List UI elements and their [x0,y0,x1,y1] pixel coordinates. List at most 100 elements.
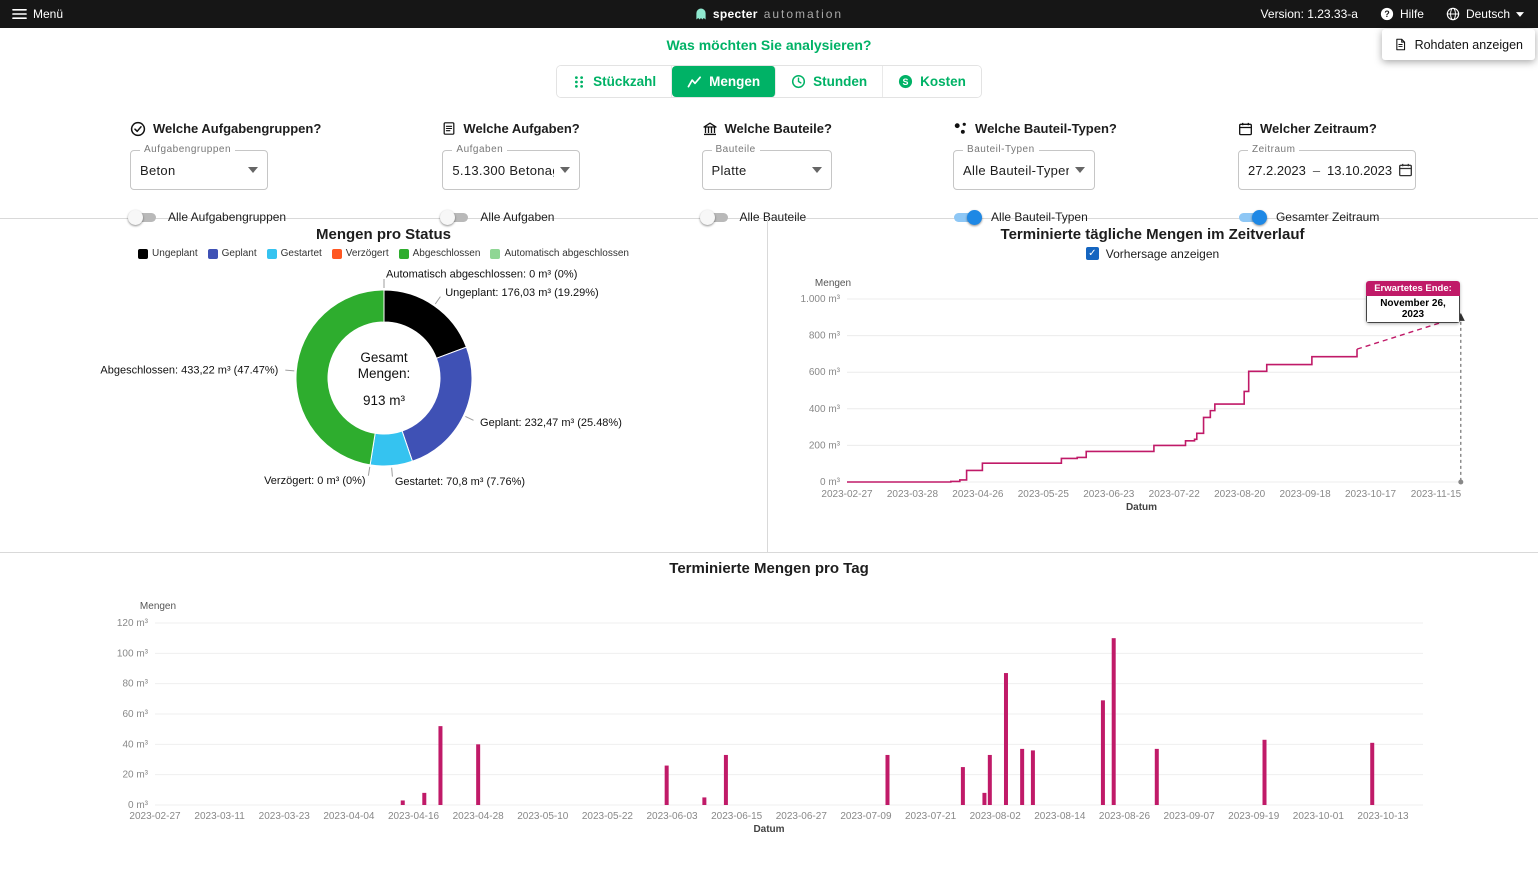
svg-text:2023-08-20: 2023-08-20 [1214,489,1266,500]
daily-bar[interactable] [1101,700,1105,805]
daily-bar[interactable] [988,755,992,805]
help-button[interactable]: ? Hilfe [1380,7,1424,21]
select-bauteil-typen[interactable]: Bauteil-TypenAlle Bauteil-Typen [953,150,1095,190]
daily-bar[interactable] [665,766,669,805]
filter-heading-label: Welcher Zeitraum? [1260,121,1377,136]
toggle-alle-aufgabengruppen[interactable] [130,211,157,224]
donut-slice[interactable] [384,290,466,358]
tab-label: Mengen [709,74,760,89]
expected-end-tooltip: Erwartetes Ende: November 26, 2023 [1366,281,1460,323]
brand: specter automation [420,7,1118,21]
daily-bar[interactable] [1370,743,1374,805]
select-aufgaben[interactable]: Aufgaben5.13.300 Betonag... [442,150,580,190]
calendar-icon [1238,121,1253,137]
menu-button[interactable]: Menü [12,7,63,21]
legend-label: Abgeschlossen [413,248,481,259]
svg-text:2023-06-23: 2023-06-23 [1083,489,1135,500]
svg-text:1.000 m³: 1.000 m³ [801,294,841,305]
select-value: 5.13.300 Betonag... [452,163,554,178]
language-button[interactable]: Deutsch [1446,7,1524,21]
svg-text:Mengen: Mengen [140,601,176,612]
toggle-alle-aufgaben[interactable] [442,211,469,224]
svg-text:S: S [903,77,909,87]
check-circle-icon [130,121,146,137]
legend-label: Automatisch abgeschlossen [504,248,629,259]
svg-text:200 m³: 200 m³ [809,440,841,451]
chart-icon [687,74,702,89]
svg-text:2023-05-10: 2023-05-10 [517,811,569,822]
donut-slice-label: Gestartet: 70,8 m³ (7.76%) [395,476,525,488]
svg-text:2023-05-22: 2023-05-22 [582,811,634,822]
svg-text:2023-06-15: 2023-06-15 [711,811,763,822]
daily-bar[interactable] [1155,749,1159,805]
daily-bar[interactable] [702,797,706,805]
tab-label: Stückzahl [593,74,656,89]
legend-item: Verzögert [332,248,389,259]
field-label: Aufgabengruppen [140,144,235,155]
date-range-field[interactable]: Zeitraum27.2.2023–13.10.2023 [1238,150,1416,190]
select-aufgabengruppen[interactable]: AufgabengruppenBeton [130,150,268,190]
daily-bar[interactable] [724,755,728,805]
svg-text:800 m³: 800 m³ [809,331,841,342]
daily-bar[interactable] [1031,750,1035,805]
tab-label: Kosten [920,74,966,89]
svg-text:80 m³: 80 m³ [122,679,148,690]
daily-bar[interactable] [1263,740,1267,805]
metric-tabs: Stückzahl Mengen Stunden S Kosten [556,65,982,98]
analyze-question: Was möchten Sie analysieren? [0,37,1538,56]
daily-bar[interactable] [961,767,965,805]
daily-bar[interactable] [401,800,405,805]
tab-stunden[interactable]: Stunden [776,66,883,97]
forecast-checkbox[interactable]: ✓ [1086,247,1099,260]
specter-logo-icon [695,7,707,21]
select-bauteile[interactable]: BauteilePlatte [702,150,832,190]
date-from-value[interactable]: 27.2.2023 [1248,163,1306,178]
legend-item: Gestartet [267,248,322,259]
daily-bar[interactable] [438,726,442,805]
toggle-alle-bauteile[interactable] [702,211,729,224]
legend-item: Geplant [208,248,257,259]
hamburger-icon [12,8,27,20]
svg-text:0 m³: 0 m³ [820,477,841,488]
daily-bar[interactable] [885,755,889,805]
daily-bar-panel: Terminierte Mengen pro Tag 0 m³20 m³40 m… [0,560,1538,876]
legend-item: Automatisch abgeschlossen [490,248,629,259]
caret-down-icon [248,167,258,173]
donut-slice-label: Abgeschlossen: 433,22 m³ (47.47%) [100,364,278,376]
daily-bar[interactable] [1020,749,1024,805]
raw-data-menu-item[interactable]: Rohdaten anzeigen [1382,29,1535,60]
svg-text:2023-09-18: 2023-09-18 [1280,489,1332,500]
filter-heading: Welche Aufgaben? [442,120,580,137]
field-label: Zeitraum [1248,144,1299,155]
caret-down-icon [1075,167,1085,173]
field-label: Bauteile [712,144,760,155]
select-value: Beton [140,163,242,178]
svg-text:2023-06-27: 2023-06-27 [776,811,828,822]
version-label: Version: 1.23.33-a [1261,7,1358,21]
svg-text:2023-04-26: 2023-04-26 [952,489,1004,500]
daily-bar[interactable] [476,744,480,805]
calendar-icon[interactable] [1398,162,1413,178]
tab-kosten[interactable]: S Kosten [883,66,981,97]
brand-suffix: automation [764,7,843,21]
status-donut-chart: Ungeplant: 176,03 m³ (19.29%)Geplant: 23… [0,262,768,550]
filter-heading: Welche Bauteil-Typen? [953,120,1117,137]
tab-stückzahl[interactable]: Stückzahl [557,66,672,97]
svg-text:2023-08-26: 2023-08-26 [1099,811,1151,822]
nodes-icon [953,121,968,136]
brand-name: specter [713,7,758,21]
svg-text:2023-10-13: 2023-10-13 [1357,811,1409,822]
daily-bar[interactable] [1112,638,1116,805]
donut-legend: UngeplantGeplantGestartetVerzögertAbgesc… [0,245,767,262]
date-to-value[interactable]: 13.10.2023 [1327,163,1392,178]
donut-slice[interactable] [402,347,472,461]
daily-bar[interactable] [982,793,986,805]
daily-bar[interactable] [422,793,426,805]
daily-bar[interactable] [1004,673,1008,805]
svg-text:40 m³: 40 m³ [122,739,148,750]
legend-swatch [332,249,342,259]
svg-text:20 m³: 20 m³ [122,770,148,781]
filter-group-aufgaben: Welche Aufgaben? Aufgaben5.13.300 Betonag… [442,120,580,225]
tab-mengen[interactable]: Mengen [672,66,776,97]
svg-text:Gesamt: Gesamt [360,350,408,365]
